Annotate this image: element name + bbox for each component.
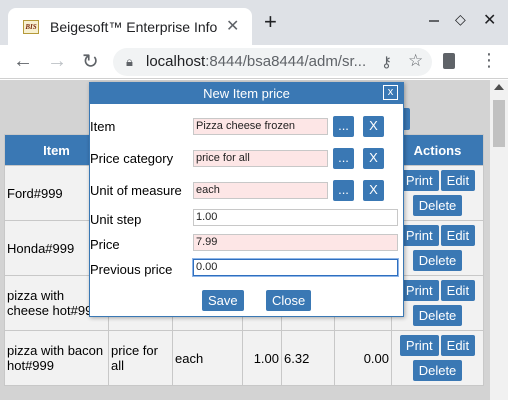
print-button[interactable]: Print <box>399 335 439 356</box>
item-label: Item <box>90 119 116 134</box>
lock-icon[interactable]: 🔒︎ <box>126 54 133 70</box>
cell-actions: Print Edit Delete <box>391 330 484 386</box>
url-host: localhost <box>146 53 206 70</box>
price-field[interactable]: 7.99 <box>193 234 398 251</box>
edit-button[interactable]: Edit <box>440 170 476 191</box>
maximize-icon[interactable]: ◇ <box>455 11 466 28</box>
dialog-title-text: New Item price <box>203 86 290 101</box>
delete-button[interactable]: Delete <box>412 250 463 271</box>
delete-button[interactable]: Delete <box>412 195 463 216</box>
bookmark-star-icon[interactable]: ☆ <box>408 51 423 71</box>
unit-of-measure-field[interactable]: each <box>193 182 328 199</box>
browser-toolbar: ← → ↻ 🔒︎ localhost:8444/bsa8444/adm/sr..… <box>0 45 508 79</box>
app-favicon-icon: BIS <box>23 20 39 34</box>
address-bar[interactable]: 🔒︎ localhost:8444/bsa8444/adm/sr... ⚷ ☆ <box>113 48 432 76</box>
window-close-icon[interactable]: ✕ <box>483 10 496 30</box>
menu-icon[interactable]: ⋮ <box>480 50 498 70</box>
close-button[interactable]: Close <box>266 290 312 311</box>
cell-prev: 0.00 <box>334 330 392 386</box>
print-button[interactable]: Print <box>399 280 439 301</box>
field-row-item: Item Pizza cheese frozen ... X <box>90 115 403 139</box>
unit-step-label: Unit step <box>90 212 142 227</box>
forward-arrow-icon[interactable]: → <box>47 50 67 73</box>
clipboard-icon[interactable] <box>443 53 455 69</box>
tab-bar: BIS Beigesoft™ Enterprise Information ✕ … <box>0 0 508 45</box>
price-label: Price <box>90 237 120 252</box>
back-arrow-icon[interactable]: ← <box>13 50 33 73</box>
print-button[interactable]: Print <box>399 225 439 246</box>
field-row-category: Price category price for all ... X <box>90 147 403 171</box>
scroll-up-arrow-icon[interactable] <box>494 84 504 90</box>
category-picker-button[interactable]: ... <box>333 148 354 169</box>
field-row-price: Price 7.99 <box>90 233 403 257</box>
reload-icon[interactable]: ↻ <box>82 49 99 74</box>
new-item-price-dialog: New Item price x Item Pizza cheese froze… <box>89 82 404 317</box>
tab-title: Beigesoft™ Enterprise Information <box>50 19 218 35</box>
item-clear-button[interactable]: X <box>363 116 384 137</box>
key-icon[interactable]: ⚷ <box>381 53 392 71</box>
price-category-field[interactable]: price for all <box>193 150 328 167</box>
minimize-icon[interactable] <box>429 16 439 26</box>
field-row-uom: Unit of measure each ... X <box>90 179 403 203</box>
unit-step-field[interactable]: 1.00 <box>193 209 398 226</box>
item-picker-button[interactable]: ... <box>333 116 354 137</box>
cell-step: 1.00 <box>242 330 282 386</box>
previous-price-field[interactable]: 0.00 <box>192 258 399 277</box>
save-button[interactable]: Save <box>202 290 244 311</box>
field-row-step: Unit step 1.00 <box>90 208 403 232</box>
uom-clear-button[interactable]: X <box>363 180 384 201</box>
url-text[interactable]: localhost:8444/bsa8444/adm/sr... <box>146 53 371 70</box>
item-field[interactable]: Pizza cheese frozen <box>193 118 328 135</box>
url-path: :8444/bsa8444/adm/sr... <box>205 53 367 70</box>
unit-of-measure-label: Unit of measure <box>90 183 182 198</box>
edit-button[interactable]: Edit <box>440 335 476 356</box>
cell-uom: each <box>172 330 243 386</box>
dialog-footer: Save Close <box>90 287 403 311</box>
tab-close-icon[interactable]: ✕ <box>226 16 239 36</box>
field-row-prev: Previous price 0.00 <box>90 258 403 282</box>
cell-category: price for all <box>108 330 173 386</box>
print-button[interactable]: Print <box>399 170 439 191</box>
category-clear-button[interactable]: X <box>363 148 384 169</box>
dialog-title: New Item price x <box>90 83 403 104</box>
scroll-thumb[interactable] <box>493 100 505 147</box>
cell-actions: Print Edit Delete <box>391 220 484 276</box>
dialog-close-icon[interactable]: x <box>383 85 398 100</box>
edit-button[interactable]: Edit <box>440 225 476 246</box>
price-category-label: Price category <box>90 151 174 166</box>
cell-price: 6.32 <box>281 330 335 386</box>
uom-picker-button[interactable]: ... <box>333 180 354 201</box>
new-tab-icon[interactable]: + <box>264 11 277 33</box>
previous-price-label: Previous price <box>90 262 173 277</box>
cell-actions: Print Edit Delete <box>391 165 484 221</box>
column-header-actions: Actions <box>391 134 484 166</box>
edit-button[interactable]: Edit <box>440 280 476 301</box>
vertical-scrollbar[interactable] <box>490 80 508 400</box>
cell-actions: Print Edit Delete <box>391 275 484 331</box>
page-content: Item Actions Ford#999 Print Edit Delete H… <box>0 80 490 400</box>
browser-tab[interactable]: BIS Beigesoft™ Enterprise Information ✕ <box>8 8 252 45</box>
table-row: pizza with bacon hot#999 price for all e… <box>4 330 484 386</box>
delete-button[interactable]: Delete <box>412 305 463 326</box>
cell-item: pizza with bacon hot#999 <box>4 330 109 386</box>
delete-button[interactable]: Delete <box>412 360 463 381</box>
